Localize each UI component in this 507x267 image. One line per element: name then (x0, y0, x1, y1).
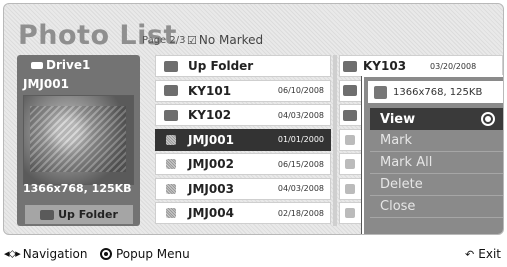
menu-item-label: View (380, 111, 416, 127)
folder-icon (343, 60, 357, 72)
selected-radio-icon (481, 112, 495, 126)
up-folder-label: Up Folder (58, 208, 118, 221)
navigation-hint: ◂⬦▸ Navigation (4, 247, 87, 261)
menu-item-mark-all[interactable]: Mark All (370, 152, 503, 174)
photo-list-screen: Photo List Page 2/3 ☑ No Marked Drive1 JM… (3, 3, 504, 235)
navigation-label: Navigation (22, 247, 88, 261)
file-list: Up Folder KY101 06/10/2008 KY102 04/03/2008 J… (155, 55, 331, 226)
exit-label: Exit (478, 247, 501, 261)
menu-item-label: Close (380, 199, 416, 214)
folder-icon (164, 109, 178, 121)
folder-icon (164, 85, 178, 96)
folder-icon (343, 85, 357, 96)
list-item-name: JMJ002 (188, 157, 234, 171)
menu-item-delete[interactable]: Delete (370, 174, 503, 196)
exit-hint[interactable]: ↶ Exit (465, 247, 501, 261)
popup-header-info: 1366x768, 125KB (393, 86, 483, 98)
list-scrollbar[interactable] (333, 55, 337, 226)
selected-file-info: 1366x768, 125KB (23, 182, 132, 195)
list-item[interactable]: JMJ004 02/18/2008 (155, 202, 331, 224)
photo-file-icon (166, 134, 176, 145)
mark-status-label: No Marked (198, 33, 264, 47)
list-item-name: Up Folder (188, 59, 254, 73)
drive-icon (31, 62, 43, 69)
drive-label: Drive1 (31, 58, 90, 72)
photo-file-icon (166, 183, 176, 194)
photo-file-icon (345, 159, 355, 169)
list-item-name: KY101 (188, 83, 232, 98)
list-item-name: JMJ003 (188, 181, 234, 196)
list-item-date: 06/15/2008 (277, 159, 324, 169)
list-item-name: JMJ004 (188, 206, 234, 220)
photo-file-icon (166, 159, 176, 169)
menu-item-view[interactable]: View (370, 108, 503, 130)
menu-item-label: Mark All (380, 155, 433, 170)
list-item-date: 06/10/2008 (277, 86, 324, 95)
list-item[interactable]: KY102 04/03/2008 (155, 104, 331, 126)
list-item[interactable]: JMJ002 06/15/2008 (155, 153, 331, 175)
dpad-icon: ◂⬦▸ (4, 247, 21, 260)
photo-file-icon (166, 208, 176, 218)
list-item-name: KY102 (188, 108, 232, 122)
photo-file-icon (345, 208, 355, 218)
list-item-name: JMJ001 (188, 132, 234, 147)
list-item[interactable]: KY101 06/10/2008 (155, 79, 331, 102)
return-icon: ↶ (465, 247, 475, 261)
popup-menu: 1366x768, 125KB View Mark Mark All Delete Cl… (362, 75, 503, 234)
menu-item-label: Mark (380, 133, 413, 148)
list-item-date: 01/01/2000 (277, 135, 324, 144)
folder-icon (164, 60, 178, 72)
menu-item-close[interactable]: Close (370, 196, 503, 218)
folder-icon (40, 209, 55, 220)
list-item[interactable]: JMJ003 04/03/2008 (155, 177, 331, 200)
photo-file-icon (345, 183, 355, 194)
popup-menu-label: Popup Menu (116, 247, 190, 261)
list-item-date: 04/03/2008 (277, 110, 324, 120)
selected-file-name: JMJ001 (23, 77, 69, 91)
list-item-date: 04/03/2008 (277, 184, 324, 193)
list-item[interactable]: JMJ001 01/01/2000 (155, 128, 331, 151)
list-item[interactable]: Up Folder (155, 55, 331, 77)
menu-item-mark[interactable]: Mark (370, 130, 503, 152)
up-folder-button[interactable]: Up Folder (25, 205, 133, 224)
checkbox-icon: ☑ (187, 34, 197, 47)
photo-thumbnail (23, 95, 134, 185)
drive-name: Drive1 (46, 58, 91, 72)
photo-icon (374, 85, 387, 99)
popup-header: 1366x768, 125KB (368, 81, 503, 103)
list-item-date: 03/20/2008 (430, 61, 477, 71)
page-indicator: Page 2/3 (142, 35, 186, 46)
popup-menu-hint: Popup Menu (100, 247, 190, 261)
list-item-date: 02/18/2008 (277, 208, 324, 218)
footer-hints: ◂⬦▸ Navigation Popup Menu ↶ Exit (0, 244, 507, 264)
list-item-name: KY103 (363, 59, 407, 73)
list-item[interactable]: KY103 03/20/2008 (339, 55, 503, 77)
drive-panel: Drive1 JMJ001 1366x768, 125KB Up Folder (17, 55, 140, 226)
folder-icon (343, 109, 357, 121)
ok-button-icon (100, 248, 112, 260)
mark-status: ☑ No Marked (187, 33, 263, 47)
photo-file-icon (345, 134, 355, 145)
menu-item-label: Delete (380, 177, 423, 192)
